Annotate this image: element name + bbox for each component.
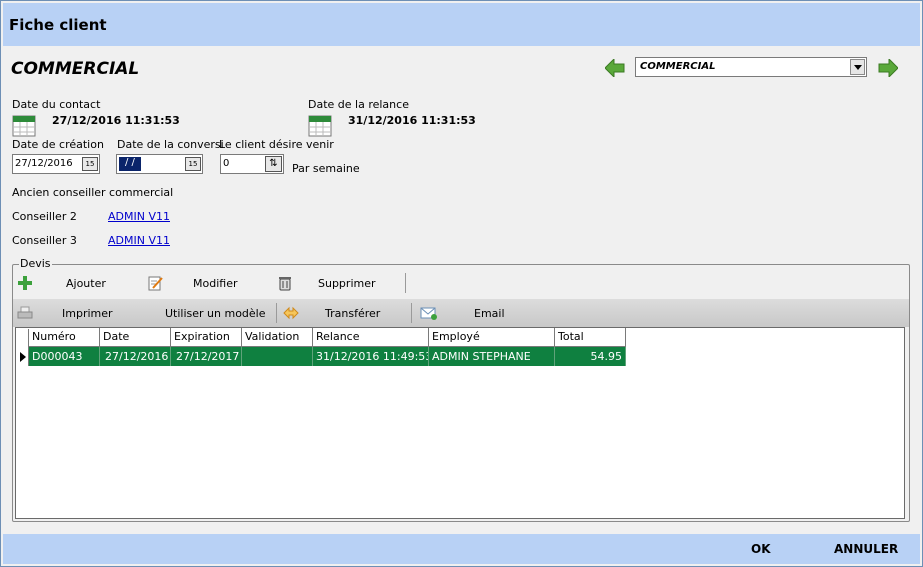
transfer-icon — [283, 306, 299, 320]
add-button-label: Ajouter — [66, 277, 106, 290]
date-creation-value: 27/12/2016 — [15, 158, 73, 169]
use-template-button-label: Utiliser un modèle — [165, 307, 266, 320]
client-window: Fiche client COMMERCIAL COMMERCIAL Date … — [0, 0, 923, 567]
email-button[interactable]: Email — [415, 299, 525, 327]
table-cell[interactable]: 27/12/2017 — [171, 347, 242, 366]
date-contact-label: Date du contact — [12, 98, 101, 111]
add-button[interactable]: Ajouter — [13, 269, 133, 297]
previous-arrow-icon[interactable] — [605, 59, 625, 77]
date-creation-field[interactable]: 27/12/2016 15 — [12, 154, 100, 174]
column-header[interactable]: Validation — [242, 328, 313, 347]
print-button[interactable]: Imprimer — [13, 299, 123, 327]
devis-table[interactable]: Numéro Date Expiration Validation Relanc… — [15, 327, 905, 519]
email-button-label: Email — [474, 307, 505, 320]
calendar-icon[interactable] — [308, 113, 332, 137]
date-picker-icon[interactable]: 15 — [185, 157, 201, 171]
edit-button[interactable]: Modifier — [143, 269, 253, 297]
cancel-button[interactable]: ANNULER — [834, 542, 898, 556]
dropdown-button[interactable] — [850, 59, 865, 75]
calendar-icon[interactable] — [12, 113, 36, 137]
date-contact-value: 27/12/2016 11:31:53 — [52, 114, 180, 127]
trash-icon — [279, 277, 291, 291]
section-title: COMMERCIAL — [11, 59, 140, 79]
header-corner — [16, 329, 29, 347]
footer-bar: OK ANNULER — [3, 534, 920, 564]
table-cell[interactable]: D000043 — [29, 347, 100, 366]
column-header[interactable]: Date — [100, 328, 171, 347]
stepper-arrows-icon[interactable]: ⇅ — [265, 156, 282, 172]
table-cell[interactable]: 31/12/2016 11:49:53 — [313, 347, 429, 366]
table-cell[interactable] — [242, 347, 313, 366]
title-bar: Fiche client — [3, 3, 920, 46]
plus-icon — [18, 276, 32, 290]
printer-icon — [17, 306, 33, 319]
conseiller3-link[interactable]: ADMIN V11 — [108, 234, 170, 247]
edit-icon — [148, 276, 163, 291]
devis-toolbar-primary: Ajouter Modifier Supprimer — [13, 269, 909, 297]
frequency-label: Par semaine — [292, 162, 360, 175]
delete-button[interactable]: Supprimer — [273, 269, 393, 297]
email-icon — [420, 307, 437, 320]
column-header[interactable]: Relance — [313, 328, 429, 347]
print-button-label: Imprimer — [62, 307, 113, 320]
transfer-button[interactable]: Transférer — [279, 299, 409, 327]
section-selector-value: COMMERCIAL — [640, 61, 716, 72]
conseiller3-label: Conseiller 3 — [12, 234, 77, 247]
table-cell[interactable]: 54.95 — [555, 347, 626, 366]
row-indicator-icon — [16, 347, 29, 366]
ok-button[interactable]: OK — [751, 542, 771, 556]
next-arrow-icon[interactable] — [878, 59, 898, 77]
date-conversion-label: Date de la conversi — [117, 138, 224, 151]
table-cell[interactable]: ADMIN STEPHANE — [429, 347, 555, 366]
toolbar-separator — [411, 303, 412, 323]
window-title: Fiche client — [9, 16, 107, 34]
edit-button-label: Modifier — [193, 277, 238, 290]
devis-toolbar-secondary: Imprimer Utiliser un modèle Transférer E… — [13, 299, 909, 327]
client-desire-label: Le client désire venir — [219, 138, 334, 151]
conseiller2-label: Conseiller 2 — [12, 210, 77, 223]
use-template-button[interactable]: Utiliser un modèle — [153, 299, 275, 327]
section-selector[interactable]: COMMERCIAL — [635, 57, 867, 77]
column-header[interactable]: Expiration — [171, 328, 242, 347]
delete-button-label: Supprimer — [318, 277, 376, 290]
conseiller2-link[interactable]: ADMIN V11 — [108, 210, 170, 223]
date-conversion-value: / / — [119, 157, 141, 171]
visits-stepper[interactable]: 0 ⇅ — [220, 154, 284, 174]
toolbar-separator — [405, 273, 406, 293]
date-conversion-field[interactable]: / / 15 — [116, 154, 203, 174]
date-relance-label: Date de la relance — [308, 98, 409, 111]
table-cell[interactable]: 27/12/2016 — [100, 347, 171, 366]
transfer-button-label: Transférer — [325, 307, 381, 320]
date-picker-icon[interactable]: 15 — [82, 157, 98, 171]
date-creation-label: Date de création — [12, 138, 104, 151]
toolbar-separator — [276, 303, 277, 323]
date-relance-value: 31/12/2016 11:31:53 — [348, 114, 476, 127]
visits-value: 0 — [223, 158, 230, 169]
column-header[interactable]: Total — [555, 328, 626, 347]
ancien-conseiller-label: Ancien conseiller commercial — [12, 186, 174, 199]
column-header[interactable]: Employé — [429, 328, 555, 347]
column-header[interactable]: Numéro — [29, 328, 100, 347]
chevron-down-icon — [854, 65, 862, 70]
